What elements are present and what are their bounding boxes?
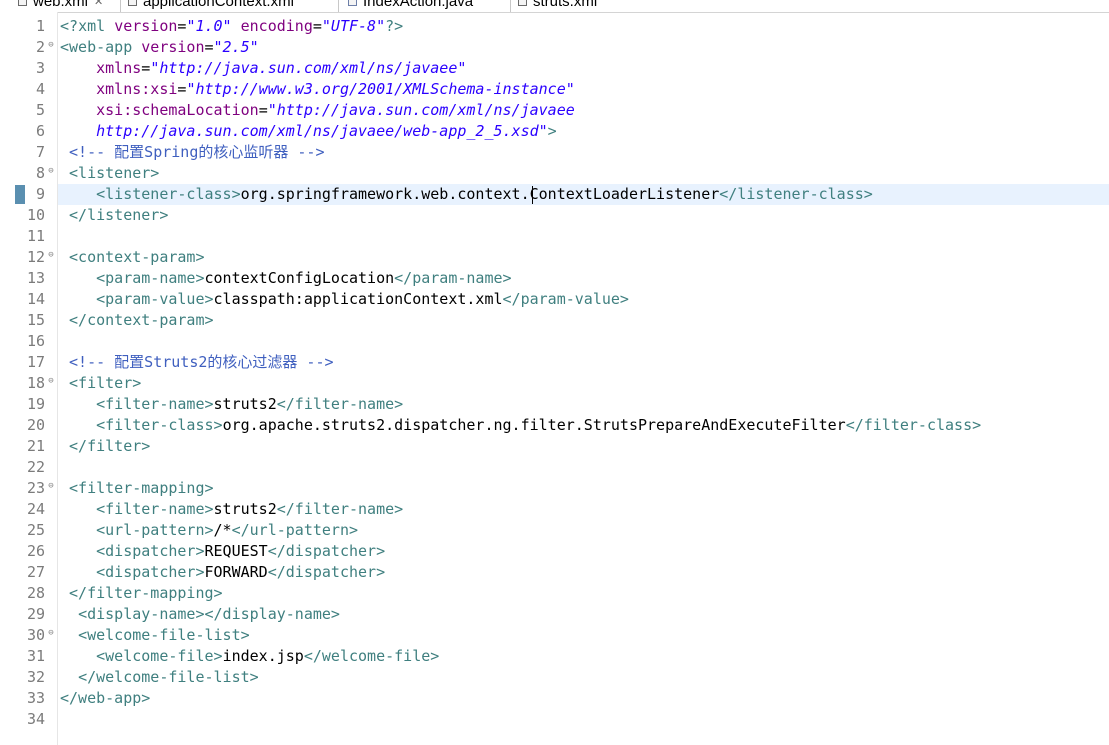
- line-number: 5: [35, 101, 45, 119]
- line-number: 16: [26, 332, 45, 350]
- line-number: 33: [26, 689, 45, 707]
- code-line[interactable]: <context-param>: [60, 247, 204, 268]
- line-number: 20: [26, 416, 45, 434]
- code-line[interactable]: <param-name>contextConfigLocation</param…: [60, 268, 511, 289]
- fold-toggle-icon[interactable]: ⊖: [46, 161, 56, 182]
- code-line[interactable]: xsi:schemaLocation="http://java.sun.com/…: [60, 100, 575, 121]
- code-line[interactable]: </listener>: [60, 205, 168, 226]
- code-line[interactable]: http://java.sun.com/xml/ns/javaee/web-ap…: [60, 121, 557, 142]
- code-line[interactable]: </web-app>: [60, 688, 150, 709]
- line-number: 1: [35, 17, 45, 35]
- code-line[interactable]: <listener>: [60, 163, 159, 184]
- fold-toggle-icon[interactable]: ⊖: [46, 35, 56, 56]
- fold-toggle-icon[interactable]: ⊖: [46, 623, 56, 644]
- line-number: 27: [26, 563, 45, 581]
- tab-separator: [510, 0, 511, 12]
- code-line[interactable]: <param-value>classpath:applicationContex…: [60, 289, 629, 310]
- code-line[interactable]: <?xml version="1.0" encoding="UTF-8"?>: [60, 16, 403, 37]
- gutter-divider: [57, 12, 58, 745]
- code-line[interactable]: <!-- 配置Struts2的核心过滤器 -->: [60, 352, 334, 373]
- code-line[interactable]: <web-app version="2.5": [60, 37, 259, 58]
- java-file-icon: [348, 0, 357, 6]
- code-line[interactable]: </filter>: [60, 436, 150, 457]
- code-line[interactable]: <!-- 配置Spring的核心监听器 -->: [60, 142, 324, 163]
- tab-label: IndexAction.java: [363, 0, 474, 10]
- tab-separator: [120, 0, 121, 12]
- line-number: 23: [26, 479, 45, 497]
- line-number: 30: [26, 626, 45, 644]
- code-line[interactable]: <welcome-file-list>: [60, 625, 250, 646]
- line-number: 13: [26, 269, 45, 287]
- code-line[interactable]: </filter-mapping>: [60, 583, 223, 604]
- line-number: 3: [35, 59, 45, 77]
- close-tab-icon[interactable]: ✕: [94, 0, 103, 12]
- code-line[interactable]: </context-param>: [60, 310, 214, 331]
- line-number: 15: [26, 311, 45, 329]
- text-caret: [532, 186, 533, 204]
- fold-toggle-icon[interactable]: ⊖: [46, 371, 56, 392]
- line-number: 21: [26, 437, 45, 455]
- line-number: 14: [26, 290, 45, 308]
- line-number: 31: [26, 647, 45, 665]
- line-number: 12: [26, 248, 45, 266]
- tab-label: web.xml: [33, 0, 89, 10]
- code-line[interactable]: <url-pattern>/*</url-pattern>: [60, 520, 358, 541]
- code-line[interactable]: </welcome-file-list>: [60, 667, 259, 688]
- tab-index-action-java[interactable]: IndexAction.java: [348, 0, 473, 12]
- line-number: 25: [26, 521, 45, 539]
- tab-label: struts.xml: [533, 0, 598, 10]
- code-line[interactable]: <display-name></display-name>: [60, 604, 340, 625]
- line-number: 17: [26, 353, 45, 371]
- code-line[interactable]: xmlns="http://java.sun.com/xml/ns/javaee…: [60, 58, 466, 79]
- line-number: 19: [26, 395, 45, 413]
- code-line[interactable]: <welcome-file>index.jsp</welcome-file>: [60, 646, 439, 667]
- code-line[interactable]: <filter-name>struts2</filter-name>: [60, 499, 403, 520]
- line-number: 22: [26, 458, 45, 476]
- line-number: 2: [35, 38, 45, 56]
- code-line[interactable]: <listener-class>org.springframework.web.…: [60, 184, 873, 205]
- line-number: 6: [35, 122, 45, 140]
- code-line[interactable]: <filter>: [60, 373, 141, 394]
- code-line[interactable]: xmlns:xsi="http://www.w3.org/2001/XMLSch…: [60, 79, 575, 100]
- line-number: 26: [26, 542, 45, 560]
- xml-file-icon: [128, 0, 137, 6]
- line-number: 29: [26, 605, 45, 623]
- tab-application-context-xml[interactable]: applicationContext.xml: [128, 0, 294, 12]
- line-number: 9: [35, 185, 45, 203]
- tab-web-xml[interactable]: web.xml ✕: [18, 0, 103, 12]
- line-number: 11: [26, 227, 45, 245]
- tab-struts-xml[interactable]: struts.xml: [518, 0, 597, 12]
- line-number: 28: [26, 584, 45, 602]
- code-line[interactable]: <dispatcher>FORWARD</dispatcher>: [60, 562, 385, 583]
- xml-file-icon: [18, 0, 27, 6]
- line-number: 4: [35, 80, 45, 98]
- fold-toggle-icon[interactable]: ⊖: [46, 245, 56, 266]
- tab-label: applicationContext.xml: [143, 0, 294, 10]
- code-editor[interactable]: 1 <?xml version="1.0" encoding="UTF-8"?> 2…: [0, 12, 1109, 745]
- line-number: 18: [26, 374, 45, 392]
- line-number: 34: [26, 710, 45, 728]
- line-number: 24: [26, 500, 45, 518]
- line-number: 7: [35, 143, 45, 161]
- code-line[interactable]: <filter-class>org.apache.struts2.dispatc…: [60, 415, 981, 436]
- line-number: 8: [35, 164, 45, 182]
- code-line[interactable]: <dispatcher>REQUEST</dispatcher>: [60, 541, 385, 562]
- tab-separator: [338, 0, 339, 12]
- code-line[interactable]: <filter-mapping>: [60, 478, 214, 499]
- code-line[interactable]: <filter-name>struts2</filter-name>: [60, 394, 403, 415]
- line-number: 10: [26, 206, 45, 224]
- line-number: 32: [26, 668, 45, 686]
- xml-file-icon: [518, 0, 527, 6]
- fold-toggle-icon[interactable]: ⊖: [46, 476, 56, 497]
